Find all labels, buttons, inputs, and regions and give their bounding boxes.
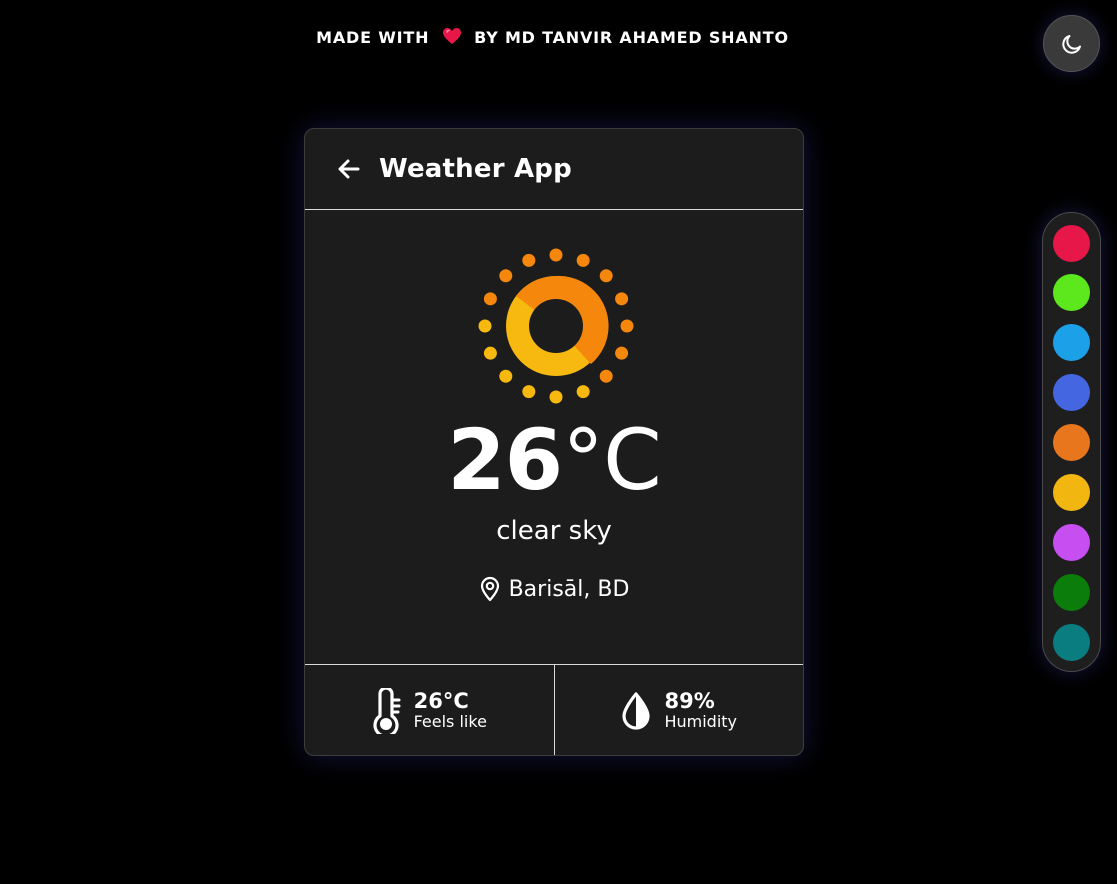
color-swatch-dark-green[interactable] [1053,574,1090,611]
sun-ray-dot [522,253,536,267]
color-swatch-orange[interactable] [1053,424,1090,461]
color-swatch-blue[interactable] [1053,374,1090,411]
sun-ray-dot [615,346,629,360]
weather-main: 26°C clear sky Barisāl, BD [305,210,803,665]
theme-toggle-button[interactable] [1043,15,1100,72]
sun-icon [478,248,634,404]
location-text: Barisāl, BD [508,576,630,602]
temperature-unit: °C [562,411,662,509]
page-title: Weather App [379,154,572,184]
thermometer-icon [373,687,401,734]
color-swatch-yellow[interactable] [1053,474,1090,511]
sun-ray-dot [499,269,513,283]
sun-ray-dot [576,253,590,267]
water-drop-icon [622,691,651,730]
credit-suffix: BY MD TANVIR AHAMED SHANTO [474,28,789,47]
sun-ray-dot [483,346,497,360]
temperature-display: 26°C [305,418,803,502]
weather-condition: clear sky [496,516,612,546]
color-swatch-purple[interactable] [1053,524,1090,561]
color-palette [1042,212,1101,672]
sun-ray-dot [615,292,629,306]
sun-ray-dot [522,385,536,399]
sun-ray-dot [599,369,613,383]
feels-like-label: Feels like [413,712,487,732]
feels-like-value: 26°C [413,689,469,714]
heart-icon [442,28,461,44]
color-swatch-green[interactable] [1053,274,1090,311]
feels-like-stat: 26°C Feels like [305,665,554,755]
sun-ray-dot [549,390,563,404]
map-pin-icon [480,576,499,602]
card-header: Weather App [305,129,803,210]
humidity-stat: 89% Humidity [553,665,804,755]
sun-ray-dot [483,292,497,306]
credit-text: MADE WITH BY MD TANVIR AHAMED SHANTO [0,27,1105,47]
humidity-value: 89% [664,689,715,714]
sun-ray-dot [620,319,634,333]
temperature-value: 26 [447,411,563,509]
weather-card: Weather App 26°C clear sky Barisāl, BD 2… [304,128,804,756]
sun-ray-dot [549,248,563,262]
color-swatch-sky-blue[interactable] [1053,324,1090,361]
color-swatch-teal[interactable] [1053,624,1090,661]
back-arrow-icon[interactable] [336,156,362,182]
sun-ray-dot [478,319,492,333]
location: Barisāl, BD [305,576,803,602]
card-footer: 26°C Feels like 89% Humidity [305,665,804,755]
credit-prefix: MADE WITH [316,28,430,47]
moon-icon [1061,34,1081,54]
humidity-label: Humidity [664,712,738,732]
sun-ray-dot [499,369,513,383]
sun-ray-dot [576,385,590,399]
sun-ray-dot [599,269,613,283]
color-swatch-red[interactable] [1053,225,1090,262]
